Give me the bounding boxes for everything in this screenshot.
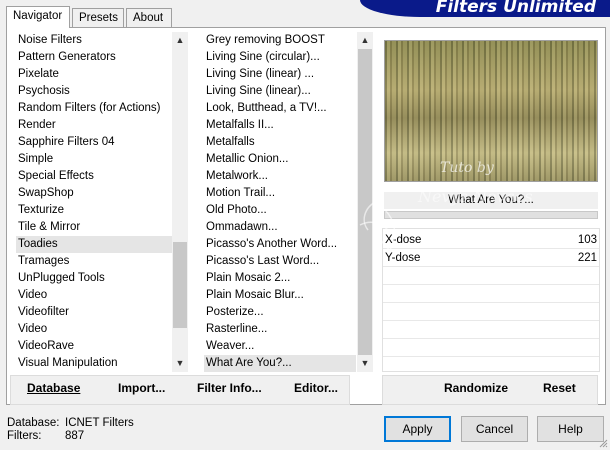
category-list-item[interactable]: Psychosis [16,83,172,100]
database-info-value: ICNET Filters [65,417,134,429]
filter-list-item[interactable]: Posterize... [204,304,356,321]
filter-list-item[interactable]: Plain Mosaic Blur... [204,287,356,304]
scroll-up-arrow-icon[interactable]: ▲ [357,32,373,49]
category-list-item[interactable]: SwapShop [16,185,172,202]
resize-grip-icon[interactable] [598,438,608,448]
scroll-up-arrow-icon[interactable]: ▲ [172,32,188,49]
category-list-item[interactable]: Visual Manipulation [16,355,172,372]
param-row-empty [383,268,599,285]
filter-list-item[interactable]: Old Photo... [204,202,356,219]
scroll-thumb[interactable] [358,49,372,355]
param-row-empty [383,322,599,339]
category-list-item[interactable]: UnPlugged Tools [16,270,172,287]
filter-list-item[interactable]: What Are You?... [204,355,356,372]
database-button[interactable]: Database [27,381,80,395]
param-row-empty [383,304,599,321]
filter-info-button[interactable]: Filter Info... [197,381,262,395]
filter-list-item[interactable]: Plain Mosaic 2... [204,270,356,287]
filter-list-item[interactable]: Grey removing BOOST [204,32,356,49]
filter-list-item[interactable]: Motion Trail... [204,185,356,202]
filter-list-item[interactable]: Weaver... [204,338,356,355]
category-list-item[interactable]: Render [16,117,172,134]
tab-about[interactable]: About [126,8,172,27]
category-scrollbar[interactable]: ▲ ▼ [172,32,188,372]
param-row-empty [383,286,599,303]
category-list-item[interactable]: Video [16,321,172,338]
filter-list-item[interactable]: Metalfalls [204,134,356,151]
import-button[interactable]: Import... [118,381,165,395]
category-list[interactable]: Noise Filters Pattern Generators Pixelate P… [16,32,172,372]
param-row-y-dose[interactable]: Y-dose 221 [383,250,599,267]
category-list-item[interactable]: Sapphire Filters 04 [16,134,172,151]
param-row-empty [383,340,599,357]
filters-count-label: Filters: [7,430,42,442]
filter-list-item[interactable]: Picasso's Another Word... [204,236,356,253]
editor-button[interactable]: Editor... [294,381,338,395]
category-list-item[interactable]: Noise Filters [16,32,172,49]
apply-button[interactable]: Apply [384,416,451,442]
category-list-item[interactable]: Simple [16,151,172,168]
category-list-item[interactable]: Tramages [16,253,172,270]
param-value: 221 [577,252,597,264]
randomize-button[interactable]: Randomize [444,381,508,395]
scroll-thumb[interactable] [173,242,187,328]
filter-list-item[interactable]: Metalwork... [204,168,356,185]
category-list-item[interactable]: VideoRave [16,338,172,355]
category-list-item[interactable]: Videofilter [16,304,172,321]
filter-scrollbar[interactable]: ▲ ▼ [357,32,373,372]
category-list-item[interactable]: Random Filters (for Actions) [16,100,172,117]
cancel-button[interactable]: Cancel [461,416,528,442]
filter-list-item[interactable]: Living Sine (linear) ... [204,66,356,83]
scroll-down-arrow-icon[interactable]: ▼ [357,355,373,372]
category-list-item[interactable]: Texturize [16,202,172,219]
category-list-item[interactable]: Pixelate [16,66,172,83]
parameter-slider[interactable] [384,211,598,219]
tab-presets[interactable]: Presets [72,8,124,27]
filter-list-item[interactable]: Living Sine (circular)... [204,49,356,66]
category-list-item[interactable]: Toadies [16,236,172,253]
scroll-down-arrow-icon[interactable]: ▼ [172,355,188,372]
category-list-item[interactable]: Video [16,287,172,304]
filter-list-item[interactable]: Ommadawn... [204,219,356,236]
filters-count-value: 887 [65,430,85,442]
preview-image [384,40,598,182]
database-info-label: Database: [7,417,60,429]
filter-list-item[interactable]: Rasterline... [204,321,356,338]
category-list-item[interactable]: Tile & Mirror [16,219,172,236]
filter-list-item[interactable]: Metallic Onion... [204,151,356,168]
category-list-item[interactable]: Special Effects [16,168,172,185]
tab-navigator[interactable]: Navigator [6,6,70,28]
param-value: 103 [577,234,597,246]
database-info: Database: ICNET Filters [7,417,134,429]
app-banner-title: Filters Unlimited [360,0,610,17]
filters-count-info: Filters: 887 [7,430,84,442]
help-button[interactable]: Help [537,416,604,442]
param-name: X-dose [385,234,422,246]
current-filter-name: What Are You?... [384,192,598,209]
filter-list-item[interactable]: Picasso's Last Word... [204,253,356,270]
filter-list-item[interactable]: Living Sine (linear)... [204,83,356,100]
reset-button[interactable]: Reset [543,381,576,395]
param-row-x-dose[interactable]: X-dose 103 [383,232,599,249]
filter-list[interactable]: Grey removing BOOST Living Sine (circular… [204,32,356,372]
filter-list-item[interactable]: Look, Butthead, a TV!... [204,100,356,117]
category-list-item[interactable]: Pattern Generators [16,49,172,66]
param-name: Y-dose [385,252,421,264]
filter-list-item[interactable]: Metalfalls II... [204,117,356,134]
